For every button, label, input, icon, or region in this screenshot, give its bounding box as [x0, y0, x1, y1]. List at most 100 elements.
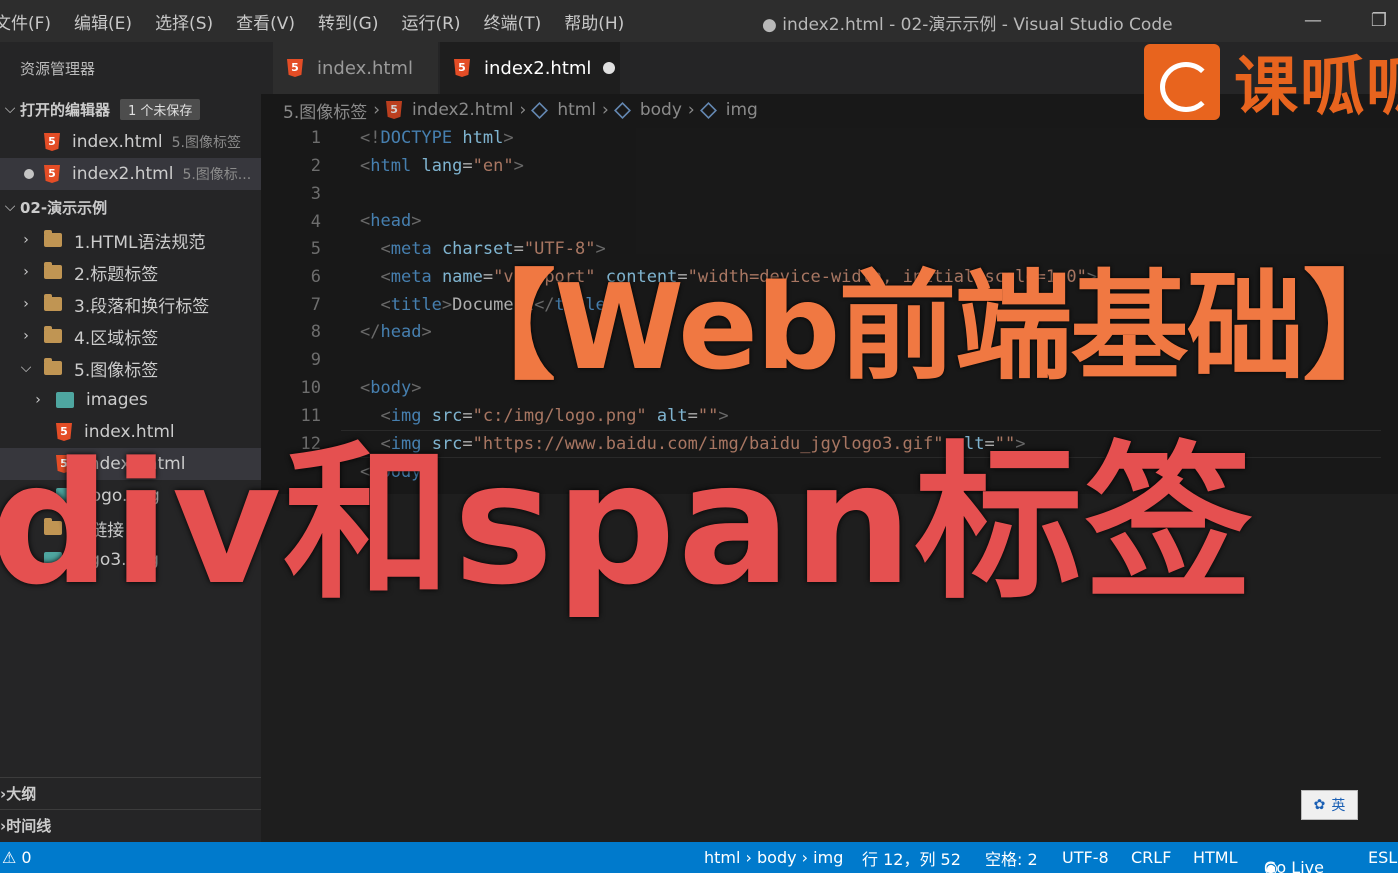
cursor-position[interactable]: 行 12，列 52 [862, 846, 961, 870]
menu-terminal[interactable]: 终端(T) [484, 9, 542, 34]
encoding[interactable]: UTF-8 [1062, 848, 1109, 867]
file-desc: 5.图像标... [182, 167, 252, 183]
html5-icon: 5 [44, 133, 60, 151]
chevron-right-icon: › [23, 296, 29, 312]
line-number: 11 [300, 406, 321, 426]
unsaved-dot-icon [24, 169, 34, 179]
code-line[interactable]: <html lang="en"> [360, 156, 524, 176]
folder-icon [44, 294, 62, 311]
line-number: 3 [310, 184, 321, 204]
folder-name: 1.HTML语法规范 [74, 232, 206, 253]
overlay-title: 【Web前端基础】 [438, 258, 1398, 396]
folder-item[interactable]: ⌵ 5.图像标签 [0, 352, 261, 384]
paw-icon: ✿ [1313, 797, 1326, 813]
unsaved-dot-icon[interactable] [603, 62, 616, 74]
chevron-right-icon: › [35, 392, 41, 408]
code-line[interactable]: <meta charset="UTF-8"> [360, 239, 605, 259]
golive-label: Go Live [1264, 857, 1324, 873]
breadcrumb-file[interactable]: index2.html [412, 100, 513, 120]
overlay-subtitle: div和span标签 [0, 426, 1255, 622]
folder-name: 4.区域标签 [74, 328, 159, 349]
open-editor-item[interactable]: 5 index2.html 5.图像标... [0, 158, 261, 190]
code-line[interactable]: <img src="c:/img/logo.png" alt=""> [360, 406, 728, 426]
restore-icon[interactable]: ❐ [1364, 6, 1394, 36]
line-number: 5 [310, 239, 321, 259]
folder-name: 3.段落和换行标签 [74, 296, 210, 317]
status-path[interactable]: html › body › img [704, 848, 843, 867]
line-number: 7 [310, 295, 321, 315]
line-number: 6 [310, 267, 321, 287]
line-number: 4 [310, 212, 321, 232]
tab-index-html[interactable]: 5 index.html [273, 42, 438, 94]
code-line[interactable]: <body> [360, 378, 421, 398]
file-desc: 5.图像标签 [171, 135, 241, 151]
sidebar-title: 资源管理器 [20, 60, 96, 78]
file-name: index.html [72, 132, 163, 152]
html5-icon: 5 [386, 101, 403, 119]
title-bar: 文件(F) 编辑(E) 选择(S) 查看(V) 转到(G) 运行(R) 终端(T… [0, 0, 1398, 42]
workspace-label: 02-演示示例 [20, 198, 108, 217]
chevron-right-icon: › [23, 328, 29, 344]
open-editors-section[interactable]: ⌵ 打开的编辑器 1 个未保存 [0, 94, 261, 124]
folder-name: 5.图像标签 [74, 360, 159, 381]
breadcrumb: 5.图像标签 › 5 index2.html › html › body › i… [283, 96, 758, 124]
breadcrumb-html[interactable]: html [557, 100, 596, 120]
window-title: ● index2.html - 02-演示示例 - Visual Studio … [762, 15, 1173, 35]
problems-indicator[interactable]: ⚠ 0 [2, 848, 32, 867]
menu-select[interactable]: 选择(S) [155, 9, 213, 34]
outline-section[interactable]: › 大纲 [0, 777, 261, 809]
html5-icon: 5 [454, 59, 470, 77]
ime-mode: 英 [1331, 798, 1346, 814]
folder-open-icon [44, 358, 62, 375]
menu-view[interactable]: 查看(V) [236, 9, 295, 34]
workspace-section[interactable]: ⌵ 02-演示示例 [0, 192, 261, 222]
timeline-label: 时间线 [6, 817, 52, 835]
element-icon [613, 101, 631, 119]
breadcrumb-img[interactable]: img [726, 100, 758, 120]
ime-indicator[interactable]: ✿ 英 [1301, 790, 1358, 820]
menu-bar: 文件(F) 编辑(E) 选择(S) 查看(V) 转到(G) 运行(R) 终端(T… [0, 0, 647, 42]
line-number: 9 [310, 350, 321, 370]
chevron-right-icon: › [23, 232, 29, 248]
indent-spaces[interactable]: 空格: 2 [985, 846, 1038, 870]
chevron-down-icon: ⌵ [20, 360, 32, 376]
line-number: 10 [300, 378, 321, 398]
folder-item[interactable]: › 1.HTML语法规范 [0, 224, 261, 256]
folder-icon [44, 326, 62, 343]
line-endings[interactable]: CRLF [1131, 848, 1171, 867]
open-editor-item[interactable]: 5 index.html 5.图像标签 [0, 126, 261, 158]
minimize-icon[interactable]: — [1298, 6, 1328, 36]
line-number: 2 [310, 156, 321, 176]
chevron-right-icon: › [373, 100, 381, 120]
eslint-status[interactable]: ESLint [1368, 848, 1398, 867]
folder-item[interactable]: › 3.段落和换行标签 [0, 288, 261, 320]
folder-name: images [86, 390, 148, 410]
menu-edit[interactable]: 编辑(E) [74, 9, 132, 34]
element-icon [699, 101, 717, 119]
menu-file[interactable]: 文件(F) [0, 9, 51, 34]
code-line[interactable]: <!DOCTYPE html> [360, 128, 514, 148]
tab-label: index.html [317, 57, 413, 79]
menu-help[interactable]: 帮助(H) [564, 9, 624, 34]
menu-run[interactable]: 运行(R) [401, 9, 460, 34]
folder-item[interactable]: › 2.标题标签 [0, 256, 261, 288]
chevron-right-icon: › [602, 100, 609, 120]
language-mode[interactable]: HTML [1193, 848, 1238, 867]
menu-goto[interactable]: 转到(G) [318, 9, 378, 34]
line-number: 1 [310, 128, 321, 148]
brand-logo-icon [1144, 44, 1220, 120]
image-folder-icon [56, 392, 74, 408]
breadcrumb-body[interactable]: body [640, 100, 682, 120]
breadcrumb-folder[interactable]: 5.图像标签 [283, 98, 367, 123]
outline-label: 大纲 [6, 785, 37, 803]
folder-item[interactable]: › 4.区域标签 [0, 320, 261, 352]
folder-icon [44, 262, 62, 279]
chevron-right-icon: › [23, 264, 29, 280]
timeline-section[interactable]: › 时间线 [0, 809, 261, 841]
code-line[interactable]: <head> [360, 211, 421, 231]
chevron-right-icon: › [519, 100, 527, 120]
code-line[interactable]: </head> [360, 322, 432, 342]
folder-item[interactable]: › images [0, 384, 261, 416]
tab-index2-html[interactable]: 5 index2.html [440, 42, 620, 94]
folder-name: 2.标题标签 [74, 264, 159, 285]
